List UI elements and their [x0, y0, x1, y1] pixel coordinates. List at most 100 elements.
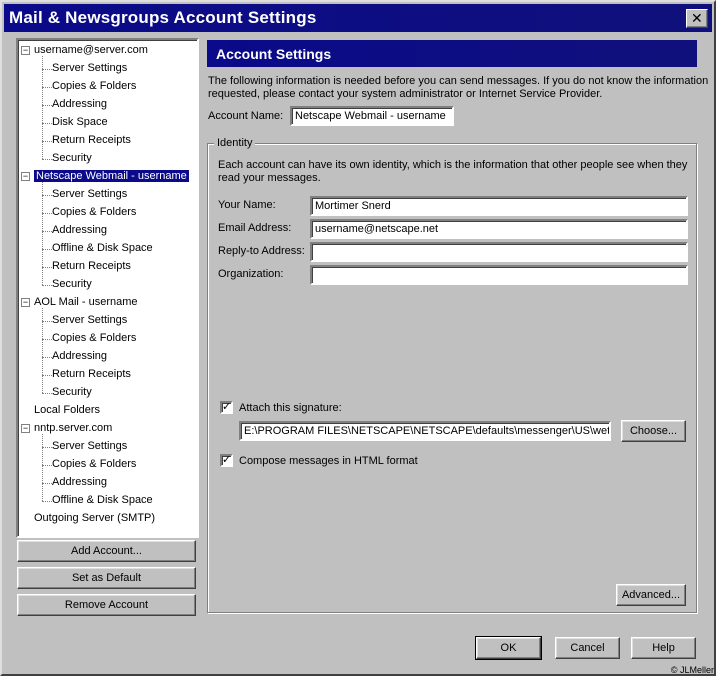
set-as-default-button[interactable]: Set as Default [17, 567, 196, 589]
email-address-input[interactable]: username@netscape.net [310, 219, 688, 239]
tree-subitem[interactable]: Offline & Disk Space [52, 240, 153, 257]
tree-subitem[interactable]: Copies & Folders [52, 330, 136, 347]
signature-path-input[interactable]: E:\PROGRAM FILES\NETSCAPE\NETSCAPE\defau… [239, 421, 611, 441]
tree-connector [42, 339, 52, 340]
attach-signature-label[interactable]: Attach this signature: [239, 402, 342, 415]
email-address-label: Email Address: [218, 222, 292, 234]
copyright-text: © JLMeller [670, 665, 714, 675]
tree-connector [42, 182, 43, 285]
tree-item-label: Security [52, 386, 92, 398]
tree-connector [42, 123, 52, 124]
tree-subitem[interactable]: Copies & Folders [52, 204, 136, 221]
reply-to-input[interactable] [310, 242, 688, 262]
tree-connector [42, 357, 52, 358]
collapse-icon[interactable]: − [21, 424, 30, 433]
tree-item-label: Return Receipts [52, 134, 131, 146]
close-icon: ✕ [691, 10, 703, 26]
tree-item-label: Copies & Folders [52, 80, 137, 92]
tree-connector [42, 249, 52, 250]
tree-item-label: Security [52, 278, 92, 290]
organization-input[interactable] [310, 265, 688, 285]
help-button[interactable]: Help [631, 637, 696, 659]
tree-item-label: Return Receipts [52, 368, 131, 380]
tree-subitem[interactable]: Return Receipts [52, 132, 131, 149]
account-name-input[interactable]: Netscape Webmail - username [290, 106, 454, 126]
check-icon: ✓ [222, 454, 232, 466]
collapse-icon[interactable]: − [21, 298, 30, 307]
check-icon: ✓ [222, 401, 232, 413]
attach-signature-checkbox[interactable]: ✓ [220, 401, 233, 414]
tree-item-label: Addressing [52, 98, 108, 110]
title-bar: Mail & Newsgroups Account Settings ✕ [4, 4, 712, 32]
tree-item-label: Return Receipts [52, 260, 131, 272]
tree-subitem[interactable]: Server Settings [52, 60, 127, 77]
tree-subitem[interactable]: Addressing [52, 96, 107, 113]
account-tree: username@server.com − Server Settings Copie… [16, 38, 199, 538]
tree-subitem[interactable]: Disk Space [52, 114, 108, 131]
advanced-button[interactable]: Advanced... [616, 584, 686, 606]
tree-connector [42, 87, 52, 88]
tree-subitem[interactable]: Copies & Folders [52, 78, 136, 95]
your-name-input[interactable]: Mortimer Snerd [310, 196, 688, 216]
tree-account-item[interactable]: Netscape Webmail - username [34, 168, 189, 185]
tree-subitem[interactable]: Server Settings [52, 186, 127, 203]
tree-account-item[interactable]: Local Folders [34, 402, 100, 419]
account-name-label: Account Name: [208, 110, 284, 122]
tree-connector [42, 231, 52, 232]
tree-connector [42, 267, 52, 268]
ok-button[interactable]: OK [475, 636, 542, 660]
panel-header: Account Settings [207, 40, 697, 67]
tree-item-label: Offline & Disk Space [52, 242, 153, 254]
tree-connector [42, 159, 52, 160]
tree-subitem[interactable]: Return Receipts [52, 366, 131, 383]
tree-subitem[interactable]: Offline & Disk Space [52, 492, 153, 509]
tree-item-label: Disk Space [52, 116, 108, 128]
tree-connector [42, 213, 52, 214]
tree-connector [42, 308, 43, 393]
remove-account-button[interactable]: Remove Account [17, 594, 196, 616]
tree-item-label: Server Settings [52, 62, 128, 74]
collapse-icon[interactable]: − [21, 172, 30, 181]
compose-html-label[interactable]: Compose messages in HTML format [239, 455, 418, 468]
tree-subitem[interactable]: Security [52, 384, 92, 401]
tree-item-label: username@server.com [34, 44, 148, 56]
tree-account-item[interactable]: username@server.com [34, 42, 148, 59]
tree-account-item[interactable]: nntp.server.com [34, 420, 112, 437]
tree-connector [42, 447, 52, 448]
close-button[interactable]: ✕ [686, 9, 708, 28]
tree-item-label: Outgoing Server (SMTP) [34, 512, 156, 524]
tree-connector [42, 465, 52, 466]
identity-text-line2: read your messages. [218, 172, 321, 184]
intro-text-line2: requested, please contact your system ad… [208, 88, 603, 100]
reply-to-label: Reply-to Address: [218, 245, 305, 257]
intro-text-line1: The following information is needed befo… [208, 75, 709, 87]
panel-title: Account Settings [216, 45, 332, 62]
organization-label: Organization: [218, 268, 284, 280]
tree-subitem[interactable]: Addressing [52, 222, 107, 239]
tree-subitem[interactable]: Addressing [52, 348, 107, 365]
tree-subitem[interactable]: Server Settings [52, 312, 127, 329]
tree-subitem[interactable]: Copies & Folders [52, 456, 136, 473]
tree-item-label: Server Settings [52, 314, 128, 326]
tree-subitem[interactable]: Security [52, 276, 92, 293]
window-title: Mail & Newsgroups Account Settings [9, 8, 317, 27]
your-name-label: Your Name: [218, 199, 276, 211]
tree-item-label: Local Folders [34, 404, 101, 416]
tree-subitem[interactable]: Server Settings [52, 438, 127, 455]
tree-connector [42, 393, 52, 394]
tree-connector [42, 321, 52, 322]
tree-item-label: Addressing [52, 224, 108, 236]
tree-subitem[interactable]: Addressing [52, 474, 107, 491]
tree-connector [42, 434, 43, 501]
tree-subitem[interactable]: Security [52, 150, 92, 167]
compose-html-checkbox[interactable]: ✓ [220, 454, 233, 467]
collapse-icon[interactable]: − [21, 46, 30, 55]
tree-item-label: Copies & Folders [52, 332, 137, 344]
choose-signature-button[interactable]: Choose... [621, 420, 686, 442]
tree-account-item[interactable]: AOL Mail - username [34, 294, 138, 311]
cancel-button[interactable]: Cancel [555, 637, 620, 659]
tree-subitem[interactable]: Return Receipts [52, 258, 131, 275]
tree-connector [42, 105, 52, 106]
add-account-button[interactable]: Add Account... [17, 540, 196, 562]
tree-account-item[interactable]: Outgoing Server (SMTP) [34, 510, 155, 527]
